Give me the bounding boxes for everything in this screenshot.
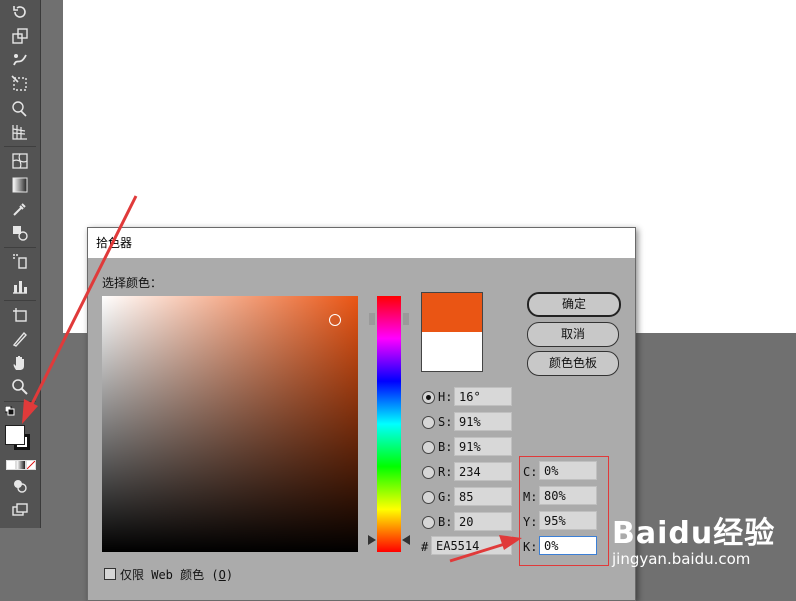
saturation-brightness-field[interactable] — [102, 296, 358, 552]
g-radio[interactable] — [422, 491, 435, 504]
column-graph-tool-icon[interactable] — [7, 276, 33, 296]
eyedropper-tool-icon[interactable] — [7, 199, 33, 219]
b-label: B: — [438, 440, 453, 454]
rotate-tool-icon[interactable] — [7, 2, 33, 22]
color-preview — [421, 292, 483, 372]
baidu-watermark: Baidu经验 jingyan.baidu.com — [612, 508, 775, 568]
none-mode-icon[interactable] — [26, 460, 36, 470]
r-label: R: — [438, 465, 453, 479]
default-fill-stroke-icon[interactable] — [5, 406, 15, 416]
hue-track-right — [403, 313, 409, 325]
b-radio[interactable] — [422, 441, 435, 454]
r-field[interactable]: 234 — [454, 462, 512, 481]
screen-mode-icon[interactable] — [7, 500, 33, 520]
m-label: M: — [523, 490, 538, 504]
m-field[interactable]: 80% — [539, 486, 597, 505]
color-picker-dialog: 拾色器 选择颜色： 确定 取消 颜色色板 H: 16° S: 91% B: 91… — [87, 227, 636, 601]
r-radio[interactable] — [422, 466, 435, 479]
blue-radio[interactable] — [422, 516, 435, 529]
g-field[interactable]: 85 — [454, 487, 512, 506]
hue-slider[interactable] — [377, 296, 401, 552]
fill-swatch[interactable] — [5, 425, 25, 445]
color-cursor[interactable] — [329, 314, 341, 326]
h-radio[interactable] — [422, 391, 435, 404]
gradient-tool-icon[interactable] — [7, 175, 33, 195]
color-mode-icon[interactable] — [6, 460, 16, 470]
warp-tool-icon[interactable] — [7, 50, 33, 70]
web-colors-only-label[interactable]: 仅限 Web 颜色 (O) — [120, 566, 233, 583]
c-field[interactable]: 0% — [539, 461, 597, 480]
new-color-swatch — [422, 293, 482, 332]
k-field[interactable]: 0% — [539, 536, 597, 555]
b-field[interactable]: 91% — [454, 437, 512, 456]
free-transform-tool-icon[interactable] — [7, 74, 33, 94]
hex-field[interactable]: EA5514 — [431, 536, 512, 555]
hue-slider-right-arrow[interactable] — [402, 535, 410, 545]
s-label: S: — [438, 415, 453, 429]
web-colors-only-checkbox[interactable] — [104, 568, 116, 580]
gradient-mode-icon[interactable] — [16, 460, 26, 470]
cancel-button[interactable]: 取消 — [527, 322, 619, 347]
y-label: Y: — [523, 515, 538, 529]
blue-field[interactable]: 20 — [454, 512, 512, 531]
watermark-url: jingyan.baidu.com — [612, 550, 751, 568]
k-label: K: — [523, 540, 538, 554]
dialog-title: 拾色器 — [88, 228, 635, 258]
select-color-label: 选择颜色： — [102, 276, 163, 290]
ok-button[interactable]: 确定 — [527, 292, 621, 317]
artboard-tool-icon[interactable] — [7, 305, 33, 325]
hex-label: # — [421, 540, 429, 554]
scale-tool-icon[interactable] — [7, 26, 33, 46]
color-swatches-button[interactable]: 颜色色板 — [527, 351, 619, 376]
y-field[interactable]: 95% — [539, 511, 597, 530]
hand-tool-icon[interactable] — [7, 353, 33, 373]
shape-builder-tool-icon[interactable] — [7, 98, 33, 118]
mesh-tool-icon[interactable] — [7, 151, 33, 171]
web-colors-only-key: O — [218, 568, 226, 582]
blend-tool-icon[interactable] — [7, 223, 33, 243]
drawing-mode-icon[interactable] — [7, 476, 33, 496]
symbol-sprayer-tool-icon[interactable] — [7, 251, 33, 271]
blue-label: B: — [438, 515, 453, 529]
zoom-tool-icon[interactable] — [7, 377, 33, 397]
hue-slider-left-arrow[interactable] — [368, 535, 376, 545]
s-radio[interactable] — [422, 416, 435, 429]
watermark-logo: Baidu经验 — [612, 516, 776, 551]
original-color-swatch[interactable] — [422, 332, 482, 371]
c-label: C: — [523, 465, 538, 479]
h-label: H: — [438, 390, 453, 404]
tools-panel — [0, 0, 41, 528]
perspective-grid-tool-icon[interactable] — [7, 122, 33, 142]
hue-track-left — [369, 313, 375, 325]
web-colors-only-text: 仅限 Web 颜色 — [120, 568, 205, 582]
slice-tool-icon[interactable] — [7, 329, 33, 349]
h-field[interactable]: 16° — [454, 387, 512, 406]
s-field[interactable]: 91% — [454, 412, 512, 431]
g-label: G: — [438, 490, 453, 504]
